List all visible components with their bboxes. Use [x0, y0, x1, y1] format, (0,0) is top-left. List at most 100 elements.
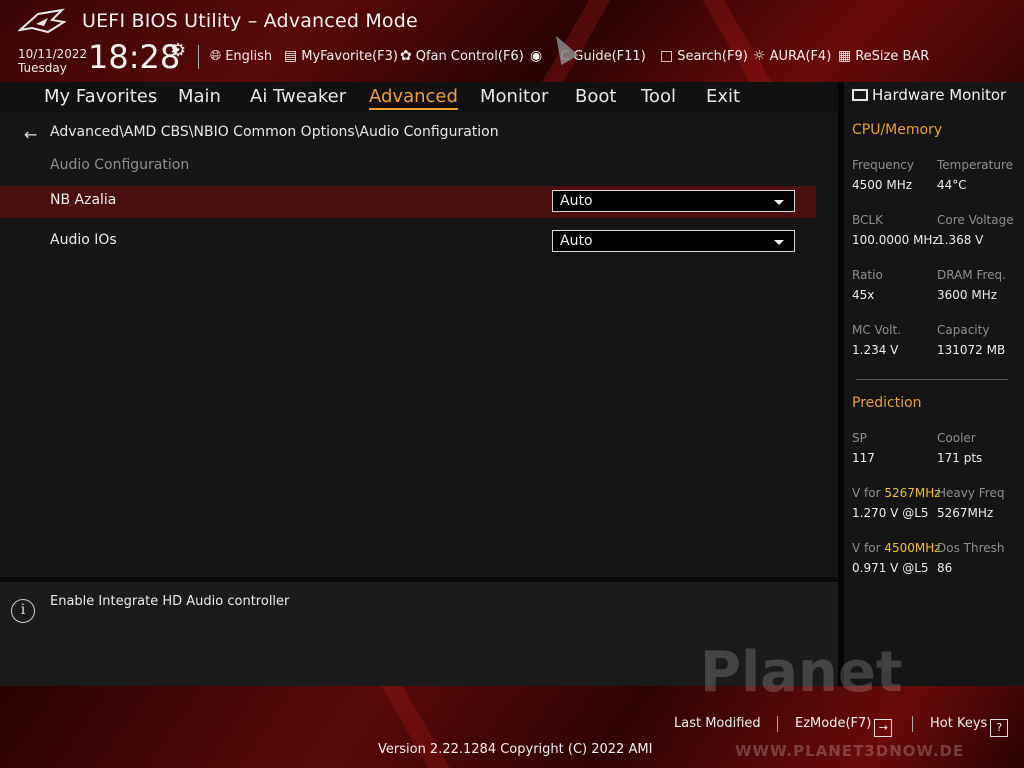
ratio-label: Ratio [852, 268, 883, 282]
temperature-value: 44°C [937, 178, 967, 192]
date-display: 10/11/2022 Tuesday [18, 47, 87, 75]
capacity-value: 131072 MB [937, 343, 1006, 357]
temperature-label: Temperature [937, 158, 1014, 172]
mc-volt-value: 1.234 V [852, 343, 899, 357]
hardware-monitor-title: Hardware Monitor [852, 86, 1006, 104]
audio-ios-select[interactable]: Auto [552, 230, 795, 252]
watermark-url: WWW.PLANET3DNOW.DE [735, 742, 965, 760]
footer-divider [912, 716, 913, 732]
tab-ai-tweaker[interactable]: Ai Tweaker [250, 86, 346, 107]
dram-freq-value: 3600 MHz [937, 288, 998, 302]
rog-logo-icon [18, 8, 67, 34]
dropdown-arrow-icon [774, 240, 784, 245]
aura-button[interactable]: ☼ AURA(F4) [753, 48, 831, 64]
ratio-value: 45x [852, 288, 875, 302]
back-arrow-icon[interactable]: ← [24, 125, 37, 144]
section-title: Audio Configuration [50, 157, 190, 173]
tab-main[interactable]: Main [178, 86, 221, 107]
vfor-freq: 4500MHz [884, 541, 941, 555]
tab-boot[interactable]: Boot [575, 86, 616, 107]
exit-arrow-icon: → [874, 719, 893, 737]
bclk-label: BCLK [852, 213, 883, 227]
watermark-logo: Planet [700, 640, 903, 705]
ezmode-label: EzMode(F7) [795, 716, 872, 731]
capacity-label: Capacity [937, 323, 990, 337]
tab-tool[interactable]: Tool [641, 86, 676, 107]
sp-value: 117 [852, 451, 875, 465]
vfor-prefix: V for [852, 486, 885, 500]
help-text: Enable Integrate HD Audio controller [50, 594, 290, 609]
sp-label: SP [852, 431, 867, 445]
setting-label: NB Azalia [50, 192, 117, 208]
language-label: English [225, 49, 273, 64]
aura-icon: ☼ [753, 48, 766, 64]
day-value: Tuesday [18, 61, 67, 75]
settings-panel [0, 112, 838, 577]
search-icon: □ [660, 48, 674, 64]
dos-thresh-label: Dos Thresh [937, 541, 1005, 555]
heavy-freq-label: Heavy Freq [937, 486, 1005, 500]
hot-keys-label: Hot Keys [930, 716, 988, 731]
qfan-label: Qfan Control(F6) [415, 49, 524, 64]
setting-row-audio-ios[interactable]: Audio IOs Auto [0, 226, 816, 258]
aura-label: AURA(F4) [769, 49, 832, 64]
version-text: Version 2.22.1284 Copyright (C) 2022 AMI [378, 742, 653, 757]
myfavorite-button[interactable]: ▤ MyFavorite(F3) [284, 48, 398, 64]
vfor-prefix: V for [852, 541, 885, 555]
hardware-monitor-label: Hardware Monitor [872, 86, 1007, 104]
monitor-icon [852, 89, 868, 101]
bclk-value: 100.0000 MHz [852, 233, 939, 247]
app-title: UEFI BIOS Utility – Advanced Mode [82, 10, 418, 32]
dos-thresh-value: 86 [937, 561, 953, 575]
info-icon: i [11, 599, 35, 623]
cooler-value: 171 pts [937, 451, 983, 465]
language-button[interactable]: 🌐︎ English [210, 48, 272, 64]
cooler-label: Cooler [937, 431, 976, 445]
oc-guide-icon: ◉ [530, 48, 543, 64]
ezmode-button[interactable]: EzMode(F7) → [795, 716, 893, 737]
myfavorite-label: MyFavorite(F3) [301, 49, 398, 64]
header-divider [198, 45, 199, 69]
hot-keys-button[interactable]: Hot Keys? [930, 716, 1009, 737]
heavy-freq-value: 5267MHz [937, 506, 994, 520]
select-value: Auto [560, 233, 593, 249]
nb-azalia-select[interactable]: Auto [552, 190, 795, 212]
gear-icon[interactable]: ⚙ [170, 40, 186, 61]
frequency-label: Frequency [852, 158, 914, 172]
setting-row-nb-azalia[interactable]: NB Azalia Auto [0, 186, 816, 218]
mc-volt-label: MC Volt. [852, 323, 902, 337]
oc-guide-button[interactable]: ◉ C Guide(F11) [530, 48, 646, 64]
hardware-monitor-divider [856, 379, 1008, 380]
tab-exit[interactable]: Exit [706, 86, 740, 107]
last-modified-button[interactable]: Last Modified [674, 716, 761, 731]
resize-bar-label: ReSize BAR [855, 49, 930, 64]
frequency-value: 4500 MHz [852, 178, 913, 192]
vfor-4500-value: 0.971 V @L5 [852, 561, 929, 575]
core-voltage-value: 1.368 V [937, 233, 984, 247]
vfor-5267-label: V for 5267MHz [852, 486, 941, 500]
myfavorite-icon: ▤ [284, 48, 298, 64]
breadcrumb: Advanced\AMD CBS\NBIO Common Options\Aud… [50, 124, 499, 140]
resize-bar-icon: ▦ [838, 48, 852, 64]
vfor-4500-label: V for 4500MHz [852, 541, 941, 555]
qfan-control-button[interactable]: ✿ Qfan Control(F6) [400, 48, 524, 64]
search-button[interactable]: □ Search(F9) [660, 48, 748, 64]
footer-divider [777, 716, 778, 732]
vfor-freq: 5267MHz [884, 486, 941, 500]
core-voltage-label: Core Voltage [937, 213, 1014, 227]
dropdown-arrow-icon [774, 200, 784, 205]
globe-icon: 🌐︎ [210, 48, 222, 64]
tab-monitor[interactable]: Monitor [480, 86, 548, 107]
hardware-monitor-panel [844, 82, 1024, 686]
tab-my-favorites[interactable]: My Favorites [44, 86, 157, 107]
question-icon: ? [990, 719, 1009, 737]
fan-icon: ✿ [400, 48, 412, 64]
prediction-heading: Prediction [852, 395, 922, 411]
date-value: 10/11/2022 [18, 47, 88, 61]
tab-advanced[interactable]: Advanced [369, 86, 458, 110]
select-value: Auto [560, 193, 593, 209]
vfor-5267-value: 1.270 V @L5 [852, 506, 929, 520]
resize-bar-button[interactable]: ▦ ReSize BAR [838, 48, 929, 64]
dram-freq-label: DRAM Freq. [937, 268, 1006, 282]
setting-label: Audio IOs [50, 232, 117, 248]
